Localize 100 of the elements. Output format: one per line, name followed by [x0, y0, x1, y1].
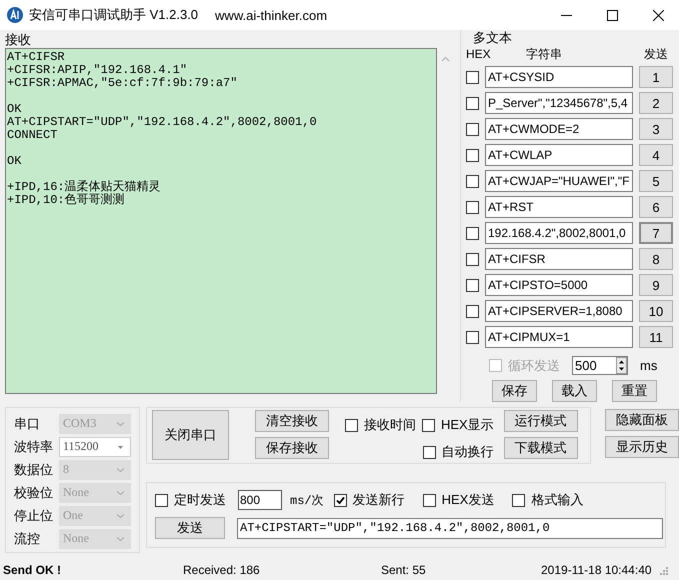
group-label: 接收: [5, 32, 32, 48]
unit-label: ms: [640, 358, 658, 373]
mode-button[interactable]: 下载模式: [504, 437, 578, 459]
send-number-button[interactable]: 11: [639, 326, 673, 348]
setting-label: 校验位: [14, 484, 54, 502]
checkbox-label: 接收时间: [364, 416, 416, 434]
option-checkbox[interactable]: [345, 418, 358, 432]
send-number-button[interactable]: 10: [639, 300, 673, 322]
timestamp: 2019-11-18 10:44:40: [541, 563, 652, 577]
panel-button[interactable]: 载入: [552, 380, 597, 402]
output-line: +IPD,10:色哥哥测测: [7, 194, 126, 207]
hex-checkbox[interactable]: [466, 252, 479, 266]
command-field[interactable]: AT+CWLAP: [485, 144, 633, 166]
panel-toggle-button[interactable]: 隐藏面板: [605, 409, 679, 431]
hex-checkbox[interactable]: [466, 226, 479, 240]
command-field[interactable]: AT+CIPSTO=5000: [485, 274, 633, 296]
window-title: 安信可串口调试助手 V1.2.3.0: [29, 6, 198, 24]
panel-button[interactable]: 重置: [612, 380, 657, 402]
send-number-button[interactable]: 6: [639, 196, 673, 218]
output-line: +CIFSR:APMAC,"5e:cf:7f:9b:79:a7": [7, 77, 238, 90]
group-label: 多文本: [472, 30, 513, 46]
send-number-button[interactable]: 2: [639, 92, 673, 114]
send-input-field[interactable]: AT+CIPSTART="UDP","192.168.4.2",8002,8001,0: [237, 518, 663, 538]
setting-label: 流控: [14, 530, 41, 548]
send-number-button[interactable]: 4: [639, 144, 673, 166]
send-button[interactable]: 发送: [155, 517, 225, 539]
interval-spinner[interactable]: 500: [572, 356, 628, 375]
output-line: CONNECT: [7, 129, 58, 142]
send-number-button[interactable]: 8: [639, 248, 673, 270]
mode-button[interactable]: 运行模式: [504, 410, 578, 432]
sent-count: Sent: 55: [381, 563, 427, 577]
column-header: 发送: [644, 46, 668, 62]
command-field[interactable]: 192.168.4.2",8002,8001,0: [485, 222, 633, 244]
hex-checkbox[interactable]: [466, 278, 479, 292]
output-line: AT+CIPSTART="UDP","192.168.4.2",8002,8001,0: [7, 116, 318, 129]
receive-button[interactable]: 保存接收: [255, 437, 329, 459]
command-field[interactable]: AT+CIPMUX=1: [485, 326, 633, 348]
setting-label: 停止位: [14, 506, 54, 524]
interval-field[interactable]: 800: [238, 490, 282, 510]
command-field[interactable]: AT+CWMODE=2: [485, 118, 633, 140]
dropdown-caret-icon: [116, 490, 125, 496]
timed-send-checkbox[interactable]: [155, 494, 168, 506]
checkbox-label: HEX显示: [441, 416, 494, 434]
checkbox-label: 定时发送: [174, 491, 226, 509]
checkbox-label: HEX发送: [442, 491, 494, 509]
website-url: www.ai-thinker.com: [215, 8, 328, 22]
command-field[interactable]: AT+CWJAP="HUAWEI","F: [485, 170, 633, 192]
panel-button[interactable]: 保存: [492, 380, 537, 402]
option-checkbox[interactable]: [422, 446, 436, 458]
dropdown-caret-icon: [116, 512, 125, 518]
hex-checkbox[interactable]: [466, 174, 479, 188]
setting-label: 串口: [14, 414, 41, 432]
hex-checkbox[interactable]: [466, 148, 479, 162]
setting-label: 数据位: [14, 460, 54, 478]
output-line: +IPD,16:温柔体贴天猫精灵: [7, 181, 162, 194]
dropdown-caret-icon: [116, 536, 125, 542]
send-option-checkbox[interactable]: [512, 494, 526, 506]
send-number-button[interactable]: 7: [639, 222, 673, 244]
command-field[interactable]: AT+RST: [485, 196, 633, 218]
option-checkbox[interactable]: [422, 418, 435, 432]
checkbox-label: 自动换行: [442, 443, 494, 461]
hex-checkbox[interactable]: [466, 200, 479, 214]
command-field[interactable]: AT+CIPSERVER=1,8080: [485, 300, 633, 322]
received-count: Received: 186: [183, 563, 261, 577]
send-number-button[interactable]: 5: [639, 170, 673, 192]
send-option-checkbox[interactable]: [422, 494, 436, 506]
dropdown-caret-icon: [116, 420, 125, 426]
column-header: HEX: [466, 46, 492, 62]
hex-checkbox[interactable]: [466, 330, 479, 344]
output-line: OK: [7, 155, 22, 168]
column-header: 字符串: [526, 46, 563, 62]
spin-arrows-icon[interactable]: [616, 357, 627, 374]
output-line: +CIFSR:APIP,"192.168.4.1": [7, 64, 188, 77]
command-field[interactable]: AT+CSYSID: [485, 66, 633, 88]
command-field[interactable]: AT+CIFSR: [485, 248, 633, 270]
checkbox-label: 发送新行: [352, 491, 405, 509]
receive-button[interactable]: 清空接收: [255, 410, 329, 432]
send-option-checkbox[interactable]: [334, 494, 347, 506]
resize-grip-icon[interactable]: [658, 565, 668, 575]
close-port-button[interactable]: 关闭串口: [152, 410, 229, 460]
dropdown-caret-icon: [116, 444, 125, 450]
send-number-button[interactable]: 9: [639, 274, 673, 296]
app-logo-icon: [7, 7, 23, 23]
status-message: Send OK !: [3, 563, 62, 577]
hex-checkbox[interactable]: [466, 122, 479, 136]
checkbox-label: 循环发送: [508, 356, 560, 374]
maximize-icon[interactable]: [607, 10, 618, 20]
close-icon[interactable]: [653, 10, 664, 20]
command-field[interactable]: P_Server","12345678",5,4: [485, 92, 633, 114]
send-number-button[interactable]: 3: [639, 118, 673, 140]
panel-toggle-button[interactable]: 显示历史: [605, 436, 679, 458]
send-number-button[interactable]: 1: [639, 66, 673, 88]
setting-label: 波特率: [14, 438, 54, 456]
checkbox-label: 格式输入: [531, 491, 584, 509]
output-line: OK: [7, 103, 22, 116]
setting-dropdown[interactable]: 115200: [59, 436, 131, 456]
hex-checkbox[interactable]: [466, 70, 479, 84]
hex-checkbox[interactable]: [466, 96, 479, 110]
hex-checkbox[interactable]: [466, 304, 479, 318]
receive-text-area[interactable]: AT+CIFSR +CIFSR:APIP,"192.168.4.1" +CIFSR:APMAC,"5e:cf:7f:9b:79:a7" OK AT+CIPSTART="UDP","192.168.4.2",8002,8001,0 CONNECT OK +IPD,16:温柔体贴天猫精灵 +IPD,10:色哥哥测测: [5, 48, 437, 394]
